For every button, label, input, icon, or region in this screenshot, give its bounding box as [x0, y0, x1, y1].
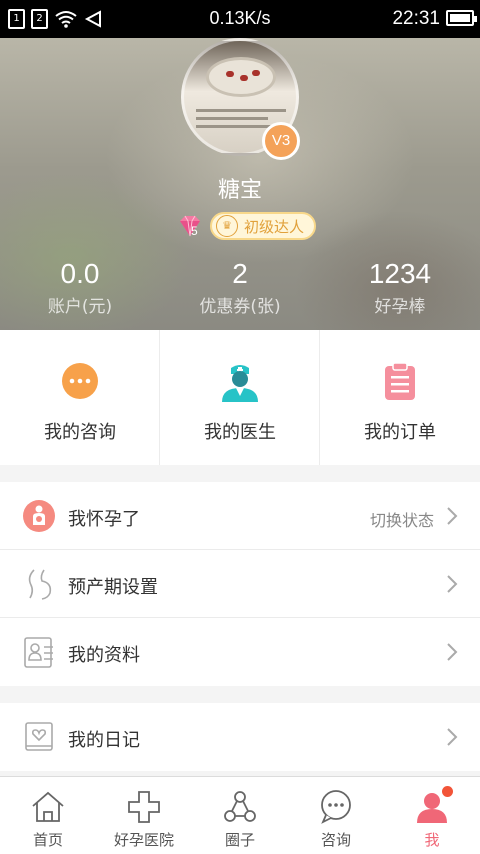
nav-label: 咨询 [320, 831, 351, 849]
menu-section-2: 我的日记 [0, 703, 480, 771]
stat-value: 1234 [368, 258, 432, 289]
my-profile-row[interactable]: 我的资料 [0, 618, 480, 686]
circle-group-icon [224, 791, 256, 822]
chat-icon [321, 790, 351, 824]
stat-value: 2 [232, 258, 248, 289]
due-date-row[interactable]: 预产期设置 [0, 550, 480, 618]
quick-action-label: 我的订单 [364, 422, 436, 443]
stat-account[interactable]: 0.0 账户(元) [0, 258, 160, 317]
chevron-right-icon [447, 643, 458, 661]
stat-label: 优惠券(张) [199, 297, 281, 317]
stat-value: 0.0 [60, 258, 100, 289]
chevron-right-icon [447, 507, 458, 525]
battery-icon [446, 10, 477, 26]
chevron-right-icon [447, 575, 458, 593]
nav-label: 圈子 [224, 831, 255, 849]
nav-consult[interactable]: 咨询 [288, 777, 384, 854]
nav-label: 我 [424, 831, 440, 849]
stat-label: 好孕棒 [374, 297, 426, 317]
row-label: 预产期设置 [68, 577, 158, 598]
nav-hospital[interactable]: 好孕医院 [96, 777, 192, 854]
profile-header: V3 糖宝 5 ♛ 初级达人 0.0 账户(元) 2 优惠券(张) 1234 好… [0, 38, 480, 330]
profile-card-icon [24, 637, 53, 668]
gem-count: 5 [191, 224, 198, 238]
my-orders-button[interactable]: 我的订单 [320, 330, 480, 465]
diary-book-icon [25, 722, 53, 751]
quick-action-label: 我的咨询 [44, 422, 116, 443]
level-badge[interactable]: ♛ 初级达人 [210, 212, 317, 240]
nav-home[interactable]: 首页 [0, 777, 96, 854]
notification-dot [442, 786, 453, 797]
nav-circle[interactable]: 圈子 [192, 777, 288, 854]
row-label: 我的日记 [68, 730, 140, 751]
stat-label: 账户(元) [47, 297, 113, 317]
belly-outline-icon [28, 569, 52, 600]
home-icon [32, 791, 64, 822]
stat-coupons[interactable]: 2 优惠券(张) [160, 258, 320, 317]
stat-points[interactable]: 1234 好孕棒 [320, 258, 480, 317]
my-consultation-button[interactable]: 我的咨询 [0, 330, 160, 465]
status-bar: 1 2 0.13K/s 22:31 [0, 0, 480, 38]
clipboard-icon [385, 362, 415, 400]
account-stats: 0.0 账户(元) 2 优惠券(张) 1234 好孕棒 [0, 258, 480, 317]
chevron-right-icon [447, 728, 458, 746]
quick-action-label: 我的医生 [204, 422, 276, 443]
nav-label: 首页 [32, 831, 63, 849]
switch-status-text: 切换状态 [369, 511, 434, 530]
my-diary-row[interactable]: 我的日记 [0, 703, 480, 771]
clock: 22:31 [392, 8, 440, 29]
doctor-icon [222, 365, 258, 402]
row-label: 我怀孕了 [68, 509, 140, 530]
user-badges: 5 ♛ 初级达人 [176, 212, 317, 240]
vip-level-badge: V3 [262, 122, 300, 160]
gem-icon: 5 [176, 214, 204, 238]
pregnant-status-row[interactable]: 我怀孕了 切换状态 [0, 482, 480, 550]
nav-label: 好孕医院 [113, 831, 174, 849]
my-doctor-button[interactable]: 我的医生 [160, 330, 320, 465]
menu-section-1: 我怀孕了 切换状态 预产期设置 我的资料 [0, 482, 480, 686]
level-badge-label: 初级达人 [244, 217, 305, 236]
bottom-nav: 首页 好孕医院 圈子 咨询 我 [0, 776, 480, 854]
hospital-cross-icon [128, 791, 160, 823]
chat-bubble-icon [62, 363, 98, 399]
username: 糖宝 [217, 178, 262, 203]
quick-actions: 我的咨询 我的医生 我的订单 [0, 330, 480, 465]
crown-icon: ♛ [216, 215, 238, 237]
nav-me[interactable]: 我 [384, 777, 480, 854]
pregnant-icon [23, 500, 55, 532]
row-label: 我的资料 [68, 645, 140, 666]
